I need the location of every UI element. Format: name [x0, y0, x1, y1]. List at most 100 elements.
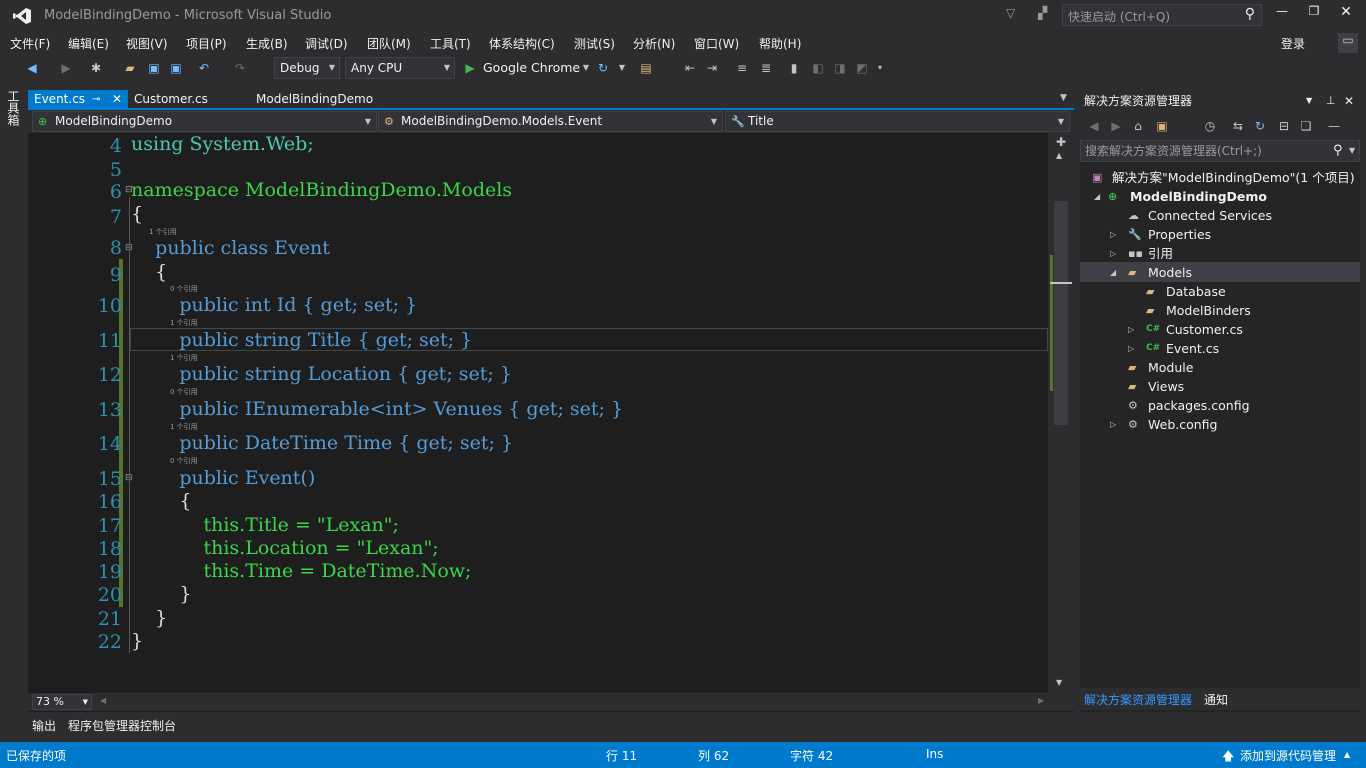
configuration-select[interactable]: Debug ▼	[274, 57, 340, 79]
codelens-ref[interactable]: 0 个引用	[170, 284, 198, 294]
run-target-label[interactable]: Google Chrome	[483, 60, 580, 75]
menu-test[interactable]: 测试(S)	[574, 35, 615, 52]
close-tab-icon[interactable]: ✕	[112, 90, 122, 109]
tab-modelbindingdemo[interactable]: ModelBindingDemo	[250, 90, 390, 110]
new-project-icon[interactable]: ✱	[88, 60, 104, 76]
tree-item-references[interactable]: ▷ ▪▪ 引用	[1110, 244, 1173, 263]
type-dropdown[interactable]: ⚙ ModelBindingDemo.Models.Event ▼	[378, 111, 723, 132]
step-over-icon[interactable]: ⇥	[704, 60, 720, 76]
menu-analyze[interactable]: 分析(N)	[633, 35, 675, 52]
start-debug-icon[interactable]: ▶	[462, 60, 478, 76]
run-target-dropdown-icon[interactable]: ▼	[578, 60, 594, 76]
open-file-icon[interactable]: ▰	[122, 60, 138, 76]
search-options-icon[interactable]: ▼	[1349, 141, 1355, 161]
editor-vertical-scrollbar[interactable]: ✚ ▲ ▼	[1048, 133, 1074, 693]
tab-output[interactable]: 输出	[32, 717, 56, 734]
history-icon[interactable]: ◷	[1202, 118, 1218, 134]
solution-explorer-search[interactable]: 搜索解决方案资源管理器(Ctrl+;) ⚲ ▼	[1080, 140, 1360, 162]
tree-item-event-cs[interactable]: ▷ C# Event.cs	[1128, 339, 1219, 358]
codelens-ref[interactable]: 1 个引用	[170, 353, 198, 363]
pin-icon[interactable]: ⊥	[1326, 90, 1336, 112]
show-all-files-icon[interactable]: ❏	[1298, 118, 1314, 134]
next-bookmark-icon[interactable]: ◨	[832, 60, 848, 76]
home-icon[interactable]: ⌂	[1130, 118, 1146, 134]
login-link[interactable]: 登录	[1281, 35, 1305, 52]
code-editor[interactable]: ⊟ ⊟ ⊟ 4 5 6 7 8 9 10 11 12 13 14 15 16 1…	[28, 133, 1048, 693]
tree-item-properties[interactable]: ▷ 🔧 Properties	[1110, 225, 1211, 244]
tab-event-cs[interactable]: Event.cs ⊸ ✕	[28, 90, 128, 110]
collapsed-arrow-icon[interactable]: ▷	[1128, 339, 1134, 358]
scroll-left-icon[interactable]: ◀	[100, 696, 106, 705]
collapsed-arrow-icon[interactable]: ▷	[1110, 225, 1116, 244]
codelens-ref[interactable]: 0 个引用	[170, 456, 198, 466]
save-icon[interactable]: ▣	[146, 60, 162, 76]
find-in-files-icon[interactable]: ▤	[638, 60, 654, 76]
scroll-up-icon[interactable]: ▲	[1056, 151, 1062, 160]
tree-item-solution[interactable]: ▣ 解决方案"ModelBindingDemo"(1 个项目)	[1092, 168, 1355, 187]
menu-project[interactable]: 项目(P)	[186, 35, 227, 52]
browser-link-dropdown-icon[interactable]: ▼	[614, 60, 630, 76]
tree-item-web-config[interactable]: ▷ ⚙ Web.config	[1110, 415, 1217, 434]
tree-item-modelbinders[interactable]: ▰ ModelBinders	[1146, 301, 1251, 320]
scroll-thumb[interactable]	[1054, 201, 1068, 425]
menu-team[interactable]: 团队(M)	[367, 35, 411, 52]
panel-menu-icon[interactable]: ▼	[1306, 90, 1312, 112]
tab-notifications[interactable]: 通知	[1204, 691, 1228, 708]
tab-customer-cs[interactable]: Customer.cs	[128, 90, 240, 110]
tree-item-views[interactable]: ▰ Views	[1128, 377, 1184, 396]
menu-build[interactable]: 生成(B)	[246, 35, 288, 52]
tree-item-project[interactable]: ◢ ⊕ ModelBindingDemo	[1092, 187, 1267, 206]
platform-select[interactable]: Any CPU ▼	[345, 57, 455, 79]
tree-item-module[interactable]: ▰ Module	[1128, 358, 1193, 377]
switch-views-icon[interactable]: ▣	[1154, 118, 1170, 134]
codelens-ref[interactable]: 1 个引用	[149, 227, 177, 237]
menu-file[interactable]: 文件(F)	[10, 35, 50, 52]
tree-item-connected-services[interactable]: ☁ Connected Services	[1128, 206, 1272, 225]
menu-tools[interactable]: 工具(T)	[430, 35, 471, 52]
menu-architecture[interactable]: 体系结构(C)	[489, 35, 555, 52]
redo-icon[interactable]: ↷	[232, 60, 248, 76]
toolbox-side-tab[interactable]: 工具箱	[0, 84, 28, 714]
refresh-icon[interactable]: ↻	[595, 60, 611, 76]
bookmark-icon[interactable]: ▮	[786, 60, 802, 76]
quick-launch-input[interactable]: 快速启动 (Ctrl+Q) ⚲	[1062, 4, 1262, 26]
codelens-ref[interactable]: 1 个引用	[170, 318, 198, 328]
project-dropdown[interactable]: ⊕ ModelBindingDemo ▼	[32, 111, 377, 132]
pin-icon[interactable]: ⊸	[92, 90, 100, 109]
filter-icon[interactable]: ▽	[1006, 6, 1015, 20]
feedback-icon[interactable]: ▞	[1038, 6, 1047, 20]
forward-icon[interactable]: ▶	[58, 60, 74, 76]
tree-item-database[interactable]: ▰ Database	[1146, 282, 1226, 301]
close-icon[interactable]: ✕	[1344, 90, 1354, 112]
tab-solution-explorer[interactable]: 解决方案资源管理器	[1084, 691, 1192, 708]
expanded-arrow-icon[interactable]: ◢	[1110, 263, 1116, 282]
undo-icon[interactable]: ↶	[196, 60, 212, 76]
tab-package-manager-console[interactable]: 程序包管理器控制台	[68, 717, 176, 734]
collapse-all-icon[interactable]: ⊟	[1276, 118, 1292, 134]
collapsed-arrow-icon[interactable]: ▷	[1110, 415, 1116, 434]
codelens-ref[interactable]: 0 个引用	[170, 387, 198, 397]
member-dropdown[interactable]: 🔧 Title ▼	[725, 111, 1070, 132]
step-icon[interactable]: ⇤	[682, 60, 698, 76]
back-icon[interactable]: ◀	[1086, 118, 1102, 134]
add-to-source-control[interactable]: 添加到源代码管理	[1240, 747, 1336, 764]
forward-icon[interactable]: ▶	[1108, 118, 1124, 134]
uncomment-icon[interactable]: ≣	[758, 60, 774, 76]
tab-overflow-icon[interactable]: ▼	[1060, 93, 1067, 103]
scroll-down-icon[interactable]: ▼	[1056, 678, 1062, 687]
toolbar-overflow-icon[interactable]: ▾	[872, 60, 888, 76]
tree-item-customer-cs[interactable]: ▷ C# Customer.cs	[1128, 320, 1243, 339]
back-icon[interactable]: ◀	[24, 60, 40, 76]
menu-view[interactable]: 视图(V)	[126, 35, 168, 52]
menu-debug[interactable]: 调试(D)	[305, 35, 348, 52]
clear-bookmarks-icon[interactable]: ◩	[854, 60, 870, 76]
sync-icon[interactable]: ⇆	[1230, 118, 1246, 134]
tree-item-packages-config[interactable]: ⚙ packages.config	[1128, 396, 1250, 415]
tree-item-models[interactable]: ◢ ▰ Models	[1110, 263, 1192, 282]
collapsed-arrow-icon[interactable]: ▷	[1128, 320, 1134, 339]
wrench-icon[interactable]: —	[1326, 118, 1342, 134]
refresh-icon[interactable]: ↻	[1252, 118, 1268, 134]
close-button[interactable]: ✕	[1336, 4, 1356, 24]
menu-window[interactable]: 窗口(W)	[694, 35, 739, 52]
expanded-arrow-icon[interactable]: ◢	[1094, 187, 1100, 206]
